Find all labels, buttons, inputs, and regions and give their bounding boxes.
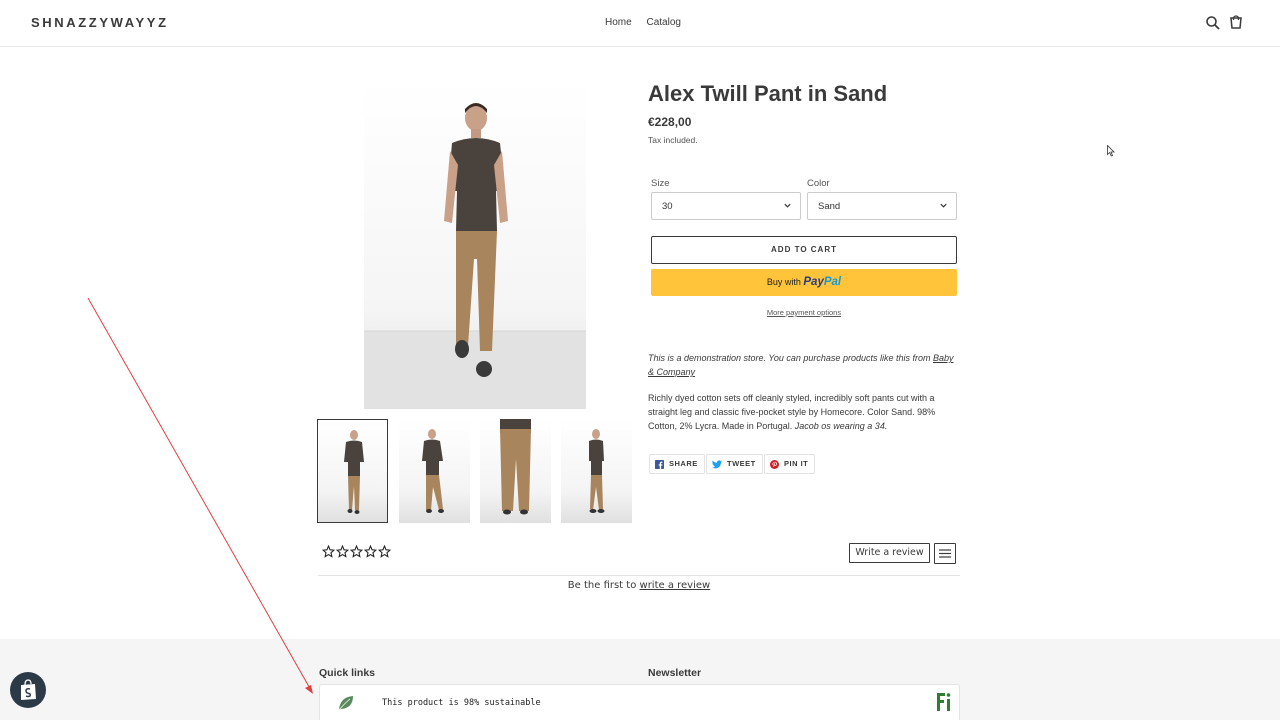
quick-links-heading: Quick links [319,667,376,679]
product-title: Alex Twill Pant in Sand [648,81,888,106]
chevron-down-icon [940,203,947,208]
description-text: Richly dyed cotton sets off cleanly styl… [648,393,936,431]
newsletter-heading: Newsletter [648,667,702,679]
cart-icon[interactable] [1228,15,1244,31]
shopify-bag-icon [21,679,36,700]
size-label: Size [651,178,670,189]
nav-home[interactable]: Home [605,17,632,28]
share-facebook-button[interactable]: SHARE [649,454,705,474]
star-icon [322,545,335,558]
no-reviews-message: Be the first to write a review [318,580,960,591]
write-review-link[interactable]: write a review [640,580,711,591]
mouse-cursor-icon [1107,145,1115,157]
pinterest-icon [770,459,779,469]
write-review-button[interactable]: Write a review [849,543,930,563]
star-icon [350,545,363,558]
demo-notice-text: This is a demonstration store. You can p… [648,353,931,363]
share-pinterest-button[interactable]: PIN IT [764,454,816,474]
chevron-down-icon [784,203,791,208]
color-label: Color [807,178,830,189]
pin-label: PIN IT [784,459,809,468]
size-select[interactable]: 30 [651,192,801,220]
reviews-divider [318,575,960,576]
model-size-note: Jacob os wearing a 34. [794,421,888,431]
main-nav: Home Catalog [605,17,693,28]
product-description: Richly dyed cotton sets off cleanly styl… [648,391,948,433]
product-price: €228,00 [648,115,692,129]
site-header: SHNAZZYWAYYZ Home Catalog [0,0,1280,47]
product-thumbnail-1[interactable] [317,419,388,523]
paypal-button[interactable]: Buy with PayPal [651,269,957,296]
paypal-logo-pay: Pay [803,276,824,288]
tweet-label: TWEET [727,459,756,468]
facebook-icon [655,459,664,469]
share-label: SHARE [669,459,698,468]
nav-catalog[interactable]: Catalog [646,17,680,28]
star-icon [364,545,377,558]
more-payment-options-link[interactable]: More payment options [651,308,957,317]
sustainability-widget: This product is 98% sustainable [319,684,960,720]
share-twitter-button[interactable]: TWEET [706,454,763,474]
product-main-image[interactable] [364,81,586,409]
no-reviews-text: Be the first to [567,580,637,591]
star-icon [378,545,391,558]
sustainability-text: This product is 98% sustainable [382,698,541,708]
annotation-arrow [87,297,313,694]
product-thumbnail-4[interactable] [561,419,632,523]
size-select-value: 30 [662,201,673,212]
tax-note: Tax included. [648,135,698,145]
star-rating [322,545,391,558]
twitter-icon [712,459,722,468]
paypal-prefix: Buy with [766,277,801,287]
color-select[interactable]: Sand [807,192,957,220]
leaf-icon [338,696,353,711]
store-logo[interactable]: SHNAZZYWAYYZ [31,15,169,30]
search-icon[interactable] [1205,15,1221,31]
product-thumbnail-3[interactable] [480,419,551,523]
demo-store-notice: This is a demonstration store. You can p… [648,351,960,379]
paypal-logo-pal: Pal [823,276,842,288]
shopify-badge-button[interactable] [10,672,46,708]
hamburger-icon [939,549,951,558]
star-icon [336,545,349,558]
reviews-menu-button[interactable] [934,543,956,564]
color-select-value: Sand [818,201,841,212]
product-thumbnail-2[interactable] [399,419,470,523]
fi-badge-icon [937,693,951,711]
add-to-cart-button[interactable]: ADD TO CART [651,236,957,264]
